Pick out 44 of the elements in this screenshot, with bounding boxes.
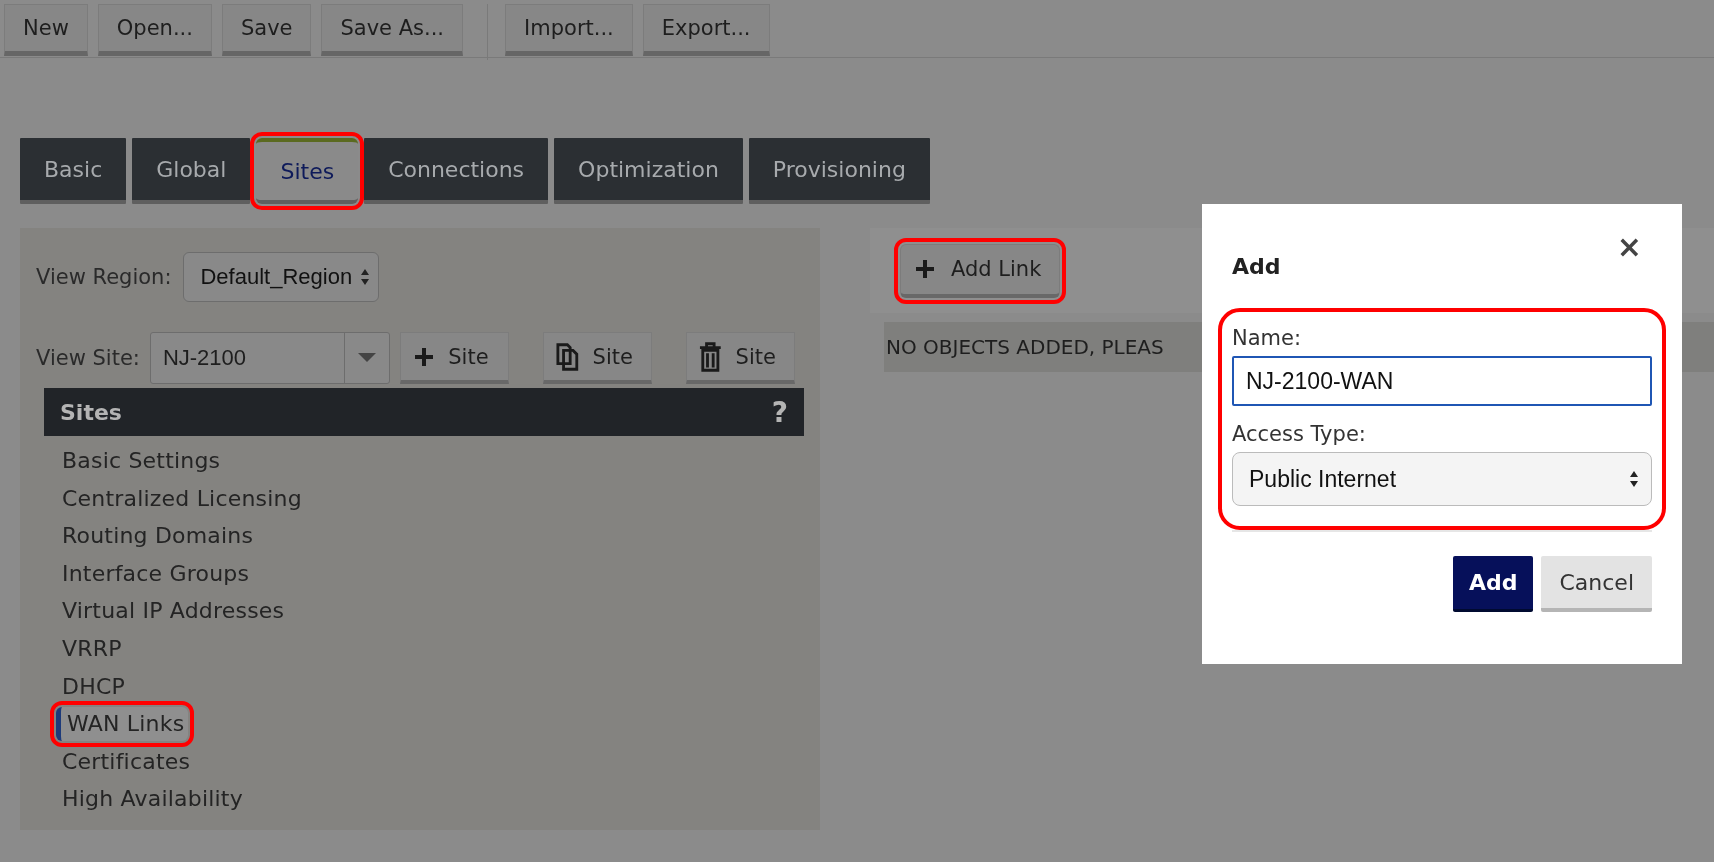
copy-icon [555,341,579,372]
help-icon[interactable]: ? [771,395,788,429]
trash-icon [698,341,722,372]
sort-arrows-icon [1629,470,1639,488]
sites-menu-item[interactable]: Virtual IP Addresses [58,594,289,629]
plus-icon [915,259,935,279]
access-type-select[interactable]: Public Internet [1232,452,1652,506]
name-label: Name: [1232,326,1303,350]
sites-menu-item[interactable]: Centralized Licensing [58,481,306,516]
sites-menu-item[interactable]: Certificates [58,744,195,779]
sites-menu-item[interactable]: Basic Settings [58,444,225,478]
dialog-button[interactable]: Add [1452,556,1534,612]
tab[interactable]: Global [132,138,251,204]
tab[interactable]: Connections [364,138,549,204]
site-action-button[interactable]: Site [542,332,652,384]
view-region-label: View Region: [36,265,172,289]
toolbar-button[interactable]: New [4,4,88,56]
sites-header-title: Sites [60,399,122,425]
tab[interactable]: Basic [20,138,127,204]
toolbar-button[interactable]: Save [221,4,312,56]
dialog-title: Add [1232,254,1281,279]
site-combobox[interactable]: NJ-2100 [149,332,390,384]
dialog-button[interactable]: Cancel [1541,556,1652,612]
site-action-button[interactable]: Site [685,332,795,384]
sites-menu-item[interactable]: Routing Domains [58,519,258,554]
tab[interactable]: Provisioning [748,138,930,204]
sites-menu-item[interactable]: DHCP [58,669,129,704]
site-action-button[interactable]: Site [399,332,509,384]
toolbar-button[interactable]: Save As... [321,4,464,56]
view-site-label: View Site: [36,346,140,370]
region-select[interactable]: Default_Region [183,252,380,302]
sort-arrows-icon [360,268,371,286]
sites-menu-item[interactable]: VRRP [58,631,126,666]
plus-icon [414,346,435,367]
sites-menu-item[interactable]: High Availability [58,782,247,817]
toolbar-button[interactable]: Open... [97,4,212,56]
tab[interactable]: Optimization [554,138,743,204]
access-type-label: Access Type: [1232,422,1367,446]
close-icon[interactable]: × [1616,232,1642,262]
toolbar-button[interactable]: Export... [642,4,770,56]
sites-menu-item[interactable]: Interface Groups [58,556,254,591]
caret-icon [357,353,376,363]
name-input[interactable]: NJ-2100-WAN [1232,356,1652,406]
toolbar-button[interactable]: Import... [505,4,633,56]
